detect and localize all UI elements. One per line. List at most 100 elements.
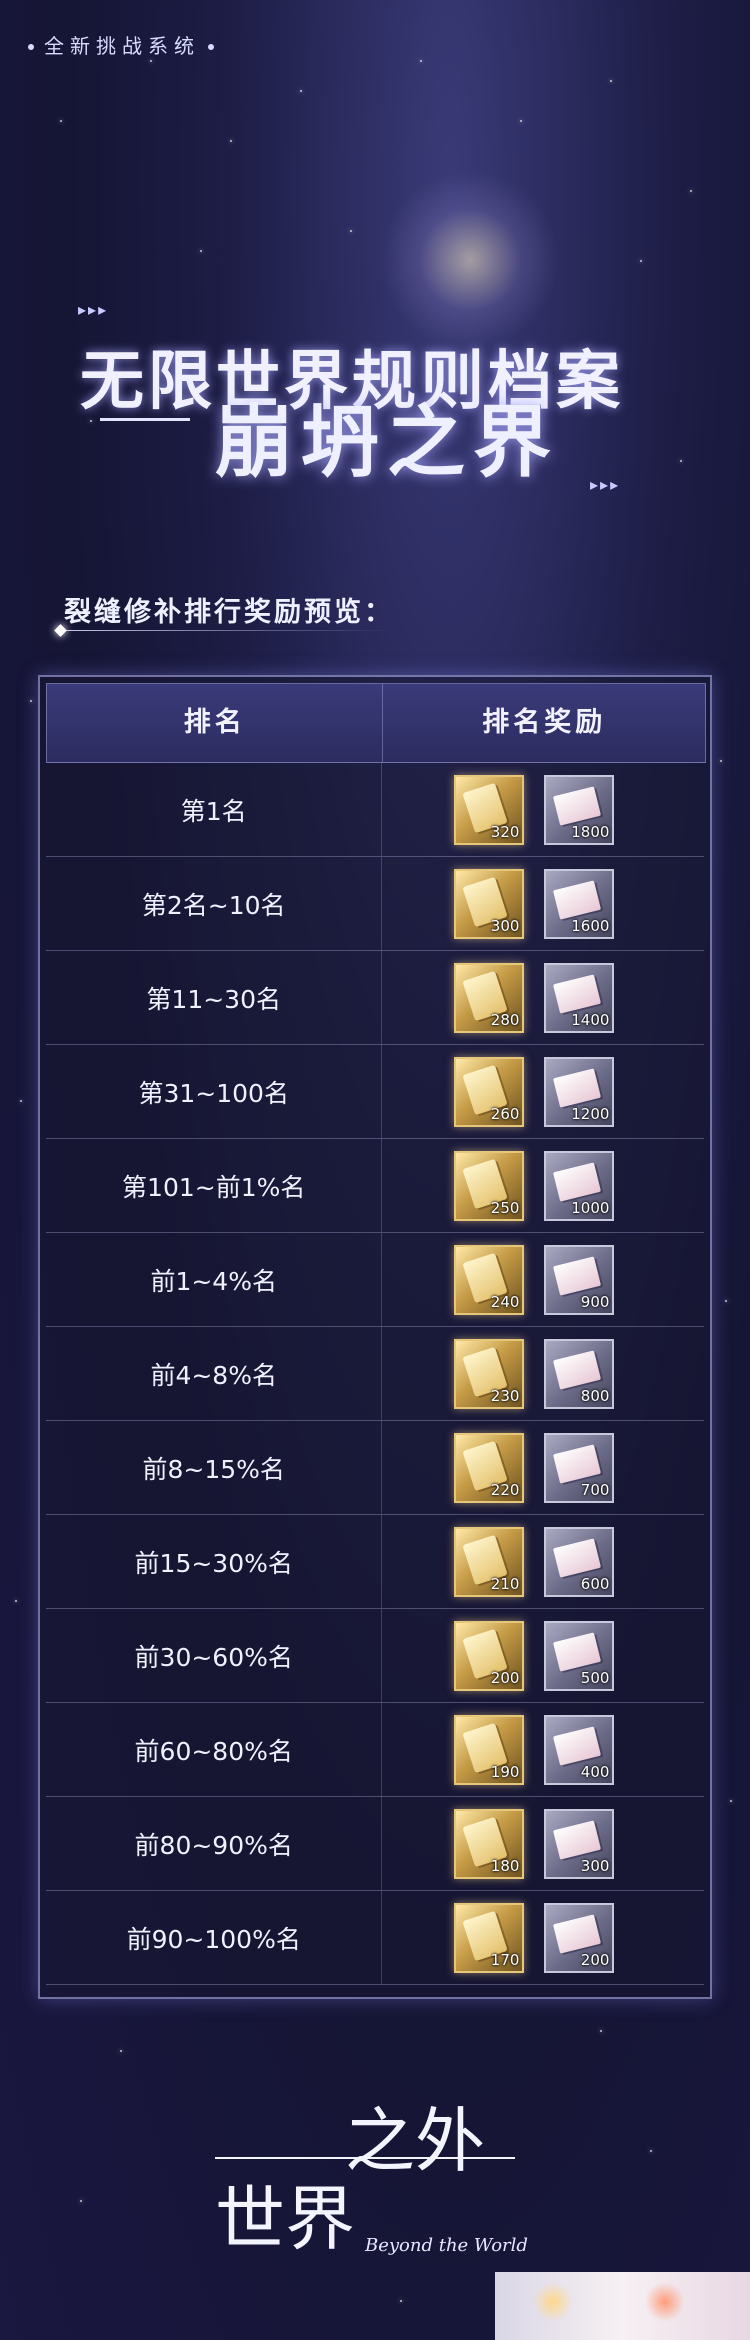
rank-cell: 前4~8%名 — [46, 1327, 383, 1420]
ticket-icon: 1200 — [544, 1056, 615, 1127]
gold-crystal-icon: 220 — [454, 1432, 525, 1503]
table-row: 前4~8%名 230 800 — [46, 1327, 704, 1421]
table-row: 前90~100%名 170 200 — [46, 1891, 704, 1985]
gold-crystal-icon: 240 — [454, 1244, 525, 1315]
reward-cell: 200 500 — [382, 1609, 704, 1702]
dot-icon — [28, 44, 34, 50]
glow-blob — [533, 2282, 573, 2322]
arrows-decoration-icon: ▸▸▸ — [590, 475, 621, 494]
rank-cell: 第1名 — [46, 763, 383, 856]
gold-quantity: 190 — [490, 1762, 520, 1781]
reward-cell: 230 800 — [382, 1327, 704, 1420]
gold-crystal-icon: 300 — [454, 868, 525, 939]
rank-cell: 前80~90%名 — [46, 1797, 383, 1890]
logo-line — [215, 2157, 515, 2159]
table-row: 第31~100名 260 1200 — [46, 1045, 704, 1139]
ticket-quantity: 1600 — [571, 916, 610, 935]
ticket-quantity: 800 — [580, 1386, 610, 1405]
reward-cell: 300 1600 — [382, 857, 704, 950]
gold-quantity: 170 — [490, 1950, 520, 1969]
corner-panel — [495, 2272, 750, 2340]
rank-cell: 前1~4%名 — [46, 1233, 383, 1326]
ticket-quantity: 1200 — [571, 1104, 610, 1123]
table-header: 排名 排名奖励 — [46, 683, 706, 763]
rank-cell: 第11~30名 — [46, 951, 383, 1044]
ticket-icon: 200 — [544, 1902, 615, 1973]
gold-crystal-icon: 280 — [454, 962, 525, 1033]
ticket-icon: 1800 — [544, 774, 615, 845]
header-rank: 排名 — [47, 684, 384, 762]
gold-crystal-icon: 230 — [454, 1338, 525, 1409]
header-reward: 排名奖励 — [482, 707, 607, 738]
table-body: 第1名 320 1800 第2名~10名 300 1600 第11~30名 280 1400 第3… — [46, 763, 704, 1985]
reward-table: 排名 排名奖励 第1名 320 1800 第2名~10名 300 1600 第11~30名 2… — [38, 675, 712, 1999]
table-row: 前15~30%名 210 600 — [46, 1515, 704, 1609]
gold-crystal-icon: 210 — [454, 1526, 525, 1597]
gold-quantity: 220 — [490, 1480, 520, 1499]
top-tag: 全新挑战系统 — [28, 30, 214, 59]
reward-cell: 320 1800 — [382, 763, 704, 856]
reward-cell: 280 1400 — [382, 951, 704, 1044]
ticket-icon: 1000 — [544, 1150, 615, 1221]
gold-quantity: 280 — [490, 1010, 520, 1029]
ticket-quantity: 900 — [580, 1292, 610, 1311]
rank-cell: 前30~60%名 — [46, 1609, 383, 1702]
light-burst — [380, 170, 560, 350]
ticket-quantity: 1400 — [571, 1010, 610, 1029]
title-divider — [100, 418, 190, 421]
logo-chars-top: 之外 — [345, 2100, 485, 2182]
top-tag-text: 全新挑战系统 — [44, 34, 200, 58]
ticket-quantity: 700 — [580, 1480, 610, 1499]
sub-title: 崩坍之界 — [215, 397, 560, 488]
ticket-icon: 700 — [544, 1432, 615, 1503]
ticket-icon: 500 — [544, 1620, 615, 1691]
ticket-icon: 1400 — [544, 962, 615, 1033]
rank-cell: 前15~30%名 — [46, 1515, 383, 1608]
table-row: 第101~前1%名 250 1000 — [46, 1139, 704, 1233]
section-label: 裂缝修补排行奖励预览： — [64, 597, 394, 628]
ticket-quantity: 500 — [580, 1668, 610, 1687]
ticket-quantity: 1000 — [571, 1198, 610, 1217]
gold-crystal-icon: 200 — [454, 1620, 525, 1691]
logo-script: Beyond the World — [365, 2235, 528, 2256]
ticket-icon: 1600 — [544, 868, 615, 939]
table-row: 第1名 320 1800 — [46, 763, 704, 857]
gold-quantity: 240 — [490, 1292, 520, 1311]
table-row: 前1~4%名 240 900 — [46, 1233, 704, 1327]
gold-quantity: 260 — [490, 1104, 520, 1123]
ticket-icon: 900 — [544, 1244, 615, 1315]
reward-cell: 190 400 — [382, 1703, 704, 1796]
table-row: 前30~60%名 200 500 — [46, 1609, 704, 1703]
glow-blob — [645, 2282, 685, 2322]
rank-cell: 第101~前1%名 — [46, 1139, 383, 1232]
gold-quantity: 180 — [490, 1856, 520, 1875]
gold-crystal-icon: 180 — [454, 1808, 525, 1879]
table-row: 前8~15%名 220 700 — [46, 1421, 704, 1515]
gold-crystal-icon: 320 — [454, 774, 525, 845]
gold-quantity: 300 — [490, 916, 520, 935]
reward-cell: 250 1000 — [382, 1139, 704, 1232]
gold-crystal-icon: 250 — [454, 1150, 525, 1221]
ticket-quantity: 1800 — [571, 822, 610, 841]
ticket-quantity: 300 — [580, 1856, 610, 1875]
ticket-quantity: 200 — [580, 1950, 610, 1969]
gold-quantity: 250 — [490, 1198, 520, 1217]
game-logo: 之外 世界 Beyond the World — [215, 2085, 545, 2260]
gold-quantity: 230 — [490, 1386, 520, 1405]
section-underline — [54, 624, 390, 637]
gold-quantity: 210 — [490, 1574, 520, 1593]
reward-cell: 180 300 — [382, 1797, 704, 1890]
ticket-quantity: 400 — [580, 1762, 610, 1781]
reward-cell: 220 700 — [382, 1421, 704, 1514]
table-row: 第11~30名 280 1400 — [46, 951, 704, 1045]
gold-crystal-icon: 190 — [454, 1714, 525, 1785]
rank-cell: 第2名~10名 — [46, 857, 383, 950]
gold-crystal-icon: 170 — [454, 1902, 525, 1973]
rank-cell: 前60~80%名 — [46, 1703, 383, 1796]
gold-crystal-icon: 260 — [454, 1056, 525, 1127]
ticket-icon: 800 — [544, 1338, 615, 1409]
ticket-icon: 600 — [544, 1526, 615, 1597]
arrows-decoration-icon: ▸▸▸ — [78, 300, 109, 319]
rank-cell: 前90~100%名 — [46, 1891, 383, 1984]
ticket-icon: 300 — [544, 1808, 615, 1879]
